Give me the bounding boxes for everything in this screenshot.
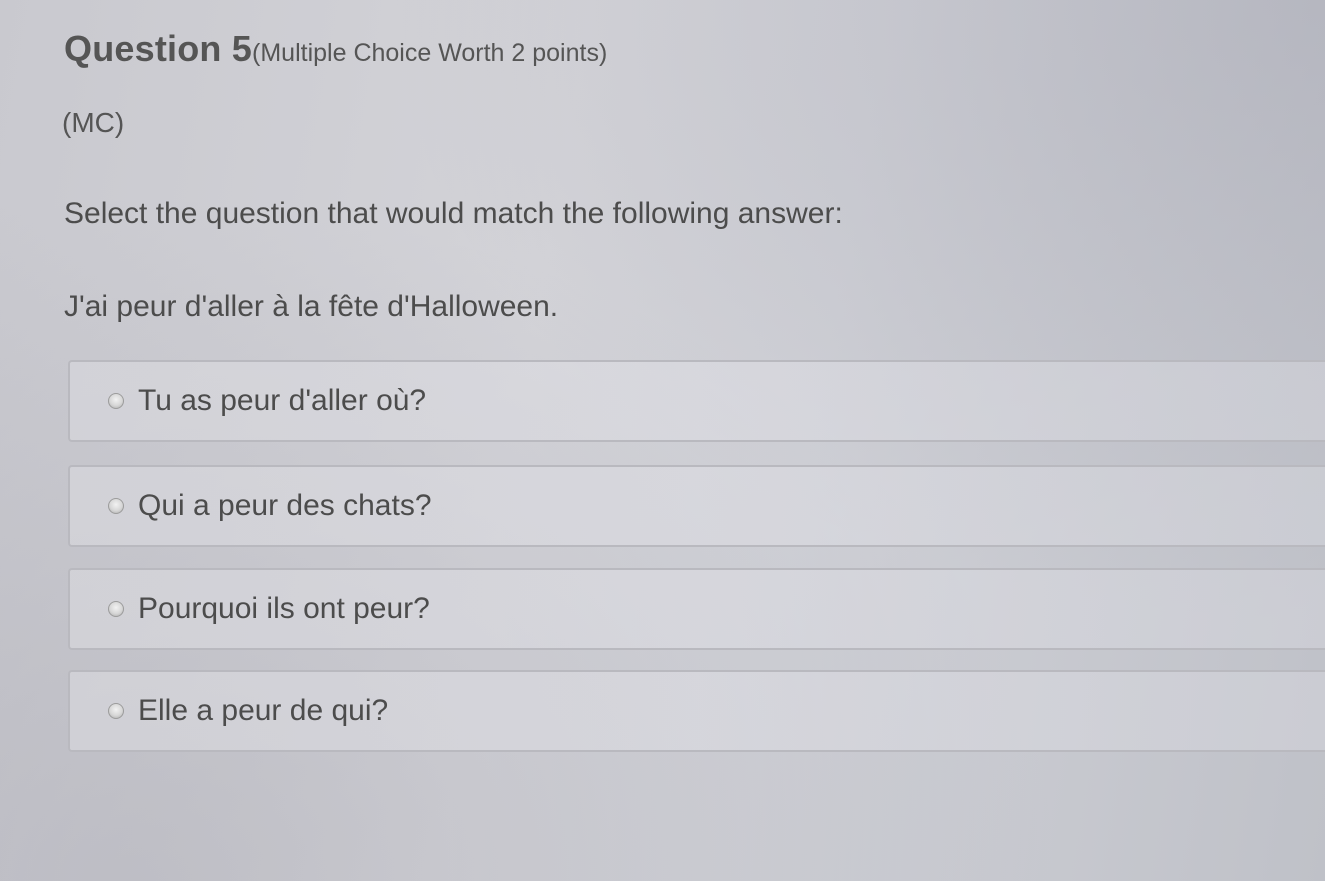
answer-choice-2[interactable]: Qui a peur des chats? [68,465,1325,547]
question-type: (MC) [62,107,125,138]
radio-button-icon[interactable] [108,498,124,514]
answer-choice-3[interactable]: Pourquoi ils ont peur? [68,568,1325,650]
answer-choice-4[interactable]: Elle a peur de qui? [68,670,1325,752]
answer-choice-label: Qui a peur des chats? [138,489,432,522]
radio-button-icon[interactable] [108,393,124,409]
answer-choice-label: Pourquoi ils ont peur? [138,592,430,625]
question-title: Question 5 [64,28,253,69]
question-prompt: Select the question that would match the… [64,197,843,230]
question-page: Question 5(Multiple Choice Worth 2 point… [0,0,1325,881]
answer-choice-1[interactable]: Tu as peur d'aller où? [68,360,1325,442]
radio-button-icon[interactable] [108,703,124,719]
answer-choice-label: Elle a peur de qui? [138,694,389,727]
question-meta: (Multiple Choice Worth 2 points) [252,39,608,67]
question-header: Question 5(Multiple Choice Worth 2 point… [64,28,607,70]
radio-button-icon[interactable] [108,601,124,617]
answer-choice-label: Tu as peur d'aller où? [138,384,427,417]
question-statement: J'ai peur d'aller à la fête d'Halloween. [64,290,559,323]
